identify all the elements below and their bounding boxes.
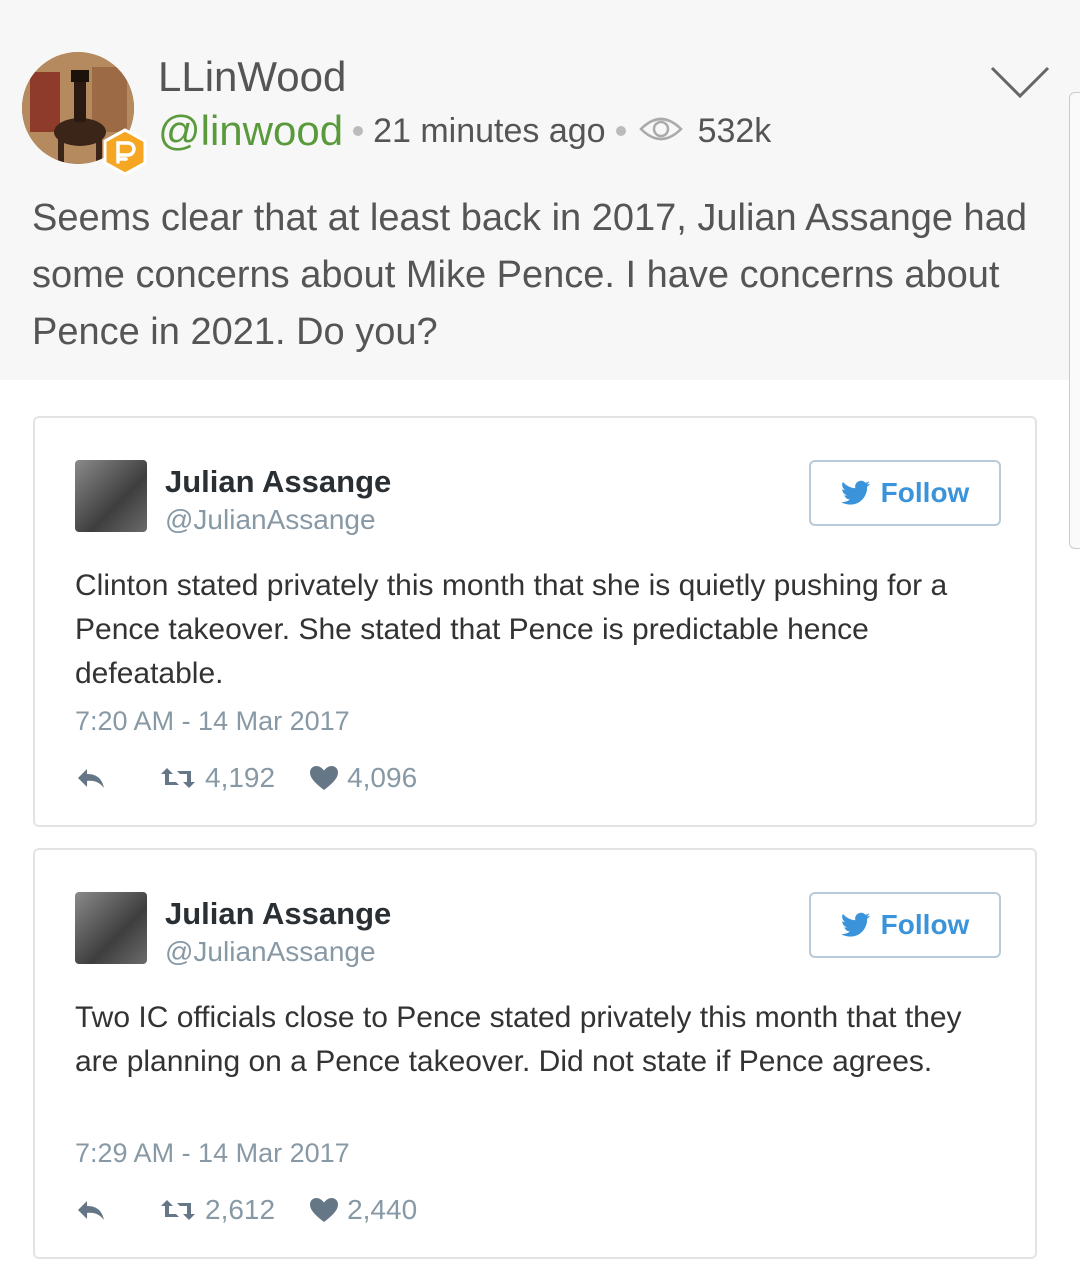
tweet-avatar[interactable] xyxy=(75,460,147,532)
separator-dot xyxy=(615,126,626,136)
tweet-author-name[interactable]: Julian Assange xyxy=(165,896,391,932)
chevron-down-icon[interactable] xyxy=(988,62,1052,102)
tweet-author-handle[interactable]: @JulianAssange xyxy=(165,504,376,536)
retweet-count: 4,192 xyxy=(205,762,276,793)
reply-button[interactable] xyxy=(75,766,115,790)
tweet-author-name[interactable]: Julian Assange xyxy=(165,464,391,500)
author-name[interactable]: LLinWood xyxy=(158,56,346,98)
author-handle[interactable]: @linwood xyxy=(158,107,343,155)
like-button[interactable]: 2,440 xyxy=(309,1194,417,1226)
retweet-icon xyxy=(161,768,195,788)
post-header: LLinWood @linwood 21 minutes ago 532k Se… xyxy=(0,0,1080,380)
tweet-actions: 2,612 2,440 xyxy=(75,1188,417,1232)
reply-button[interactable] xyxy=(75,1198,115,1222)
heart-icon xyxy=(310,766,339,790)
twitter-bird-icon xyxy=(840,480,870,505)
retweet-button[interactable]: 4,192 xyxy=(159,762,275,794)
post-time: 21 minutes ago xyxy=(373,111,606,150)
embedded-tweet: Julian Assange @JulianAssange Follow Cli… xyxy=(33,416,1037,827)
like-count: 4,096 xyxy=(347,762,418,793)
follow-button[interactable]: Follow xyxy=(809,892,1001,958)
parler-badge-icon xyxy=(102,128,148,176)
tweet-timestamp[interactable]: 7:20 AM - 14 Mar 2017 xyxy=(75,706,350,737)
retweet-count: 2,612 xyxy=(205,1194,276,1225)
follow-label: Follow xyxy=(880,909,970,940)
view-count: 532k xyxy=(697,111,772,150)
follow-button[interactable]: Follow xyxy=(809,460,1001,526)
tweet-avatar[interactable] xyxy=(75,892,147,964)
tweet-text: Two IC officials close to Pence stated p… xyxy=(75,1001,962,1078)
post-meta: @linwood 21 minutes ago 532k xyxy=(158,107,772,155)
tweet-author-handle[interactable]: @JulianAssange xyxy=(165,936,376,968)
separator-dot xyxy=(353,126,364,136)
reply-icon xyxy=(78,1201,104,1220)
scrollbar[interactable] xyxy=(1069,92,1080,549)
like-count: 2,440 xyxy=(347,1194,418,1225)
embedded-tweet: Julian Assange @JulianAssange Follow Two… xyxy=(33,848,1037,1259)
twitter-bird-icon xyxy=(840,912,870,937)
reply-icon xyxy=(78,769,104,788)
tweet-text: Clinton stated privately this month that… xyxy=(75,569,948,690)
eye-icon xyxy=(638,115,684,148)
post-text: Seems clear that at least back in 2017, … xyxy=(32,197,1027,353)
tweet-timestamp[interactable]: 7:29 AM - 14 Mar 2017 xyxy=(75,1138,350,1169)
retweet-icon xyxy=(161,1200,195,1220)
tweet-actions: 4,192 4,096 xyxy=(75,756,417,800)
heart-icon xyxy=(310,1198,339,1222)
follow-label: Follow xyxy=(880,477,970,508)
like-button[interactable]: 4,096 xyxy=(309,762,417,794)
retweet-button[interactable]: 2,612 xyxy=(159,1194,275,1226)
